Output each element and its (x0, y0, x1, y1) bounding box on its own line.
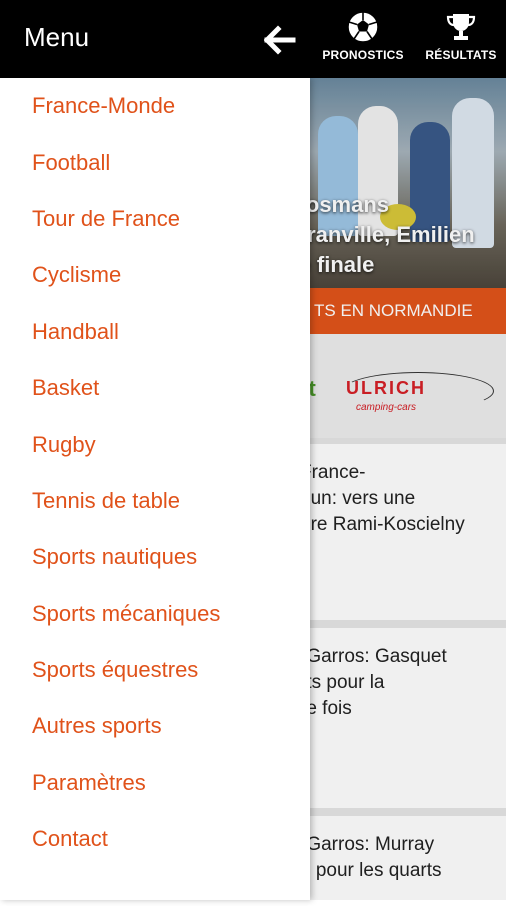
navigation-drawer: France-Monde Football Tour de France Cyc… (0, 78, 310, 900)
drawer-item-rugby[interactable]: Rugby (0, 416, 310, 472)
pronostics-label: PRONOSTICS (322, 48, 404, 62)
back-arrow-icon[interactable] (264, 24, 296, 56)
app-bar: Menu PRONOSTICS RÉSULTATS (0, 0, 506, 78)
drawer-item-tour-de-france[interactable]: Tour de France (0, 191, 310, 247)
drawer-item-autres-sports[interactable]: Autres sports (0, 698, 310, 754)
drawer-item-france-monde[interactable]: France-Monde (0, 78, 310, 134)
drawer-scrim[interactable] (310, 78, 506, 900)
drawer-item-football[interactable]: Football (0, 134, 310, 190)
drawer-item-sports-nautiques[interactable]: Sports nautiques (0, 529, 310, 585)
pronostics-button[interactable]: PRONOSTICS (318, 10, 408, 62)
drawer-item-cyclisme[interactable]: Cyclisme (0, 247, 310, 303)
drawer-item-parametres[interactable]: Paramètres (0, 755, 310, 811)
drawer-item-sports-mecaniques[interactable]: Sports mécaniques (0, 586, 310, 642)
trophy-icon (446, 14, 476, 40)
drawer-item-handball[interactable]: Handball (0, 304, 310, 360)
menu-title: Menu (24, 22, 90, 52)
drawer-item-tennis-de-table[interactable]: Tennis de table (0, 473, 310, 529)
resultats-button[interactable]: RÉSULTATS (416, 10, 506, 62)
resultats-label: RÉSULTATS (425, 48, 497, 62)
drawer-item-contact[interactable]: Contact (0, 811, 310, 867)
soccer-ball-icon (347, 11, 379, 43)
drawer-item-basket[interactable]: Basket (0, 360, 310, 416)
drawer-item-sports-equestres[interactable]: Sports équestres (0, 642, 310, 698)
